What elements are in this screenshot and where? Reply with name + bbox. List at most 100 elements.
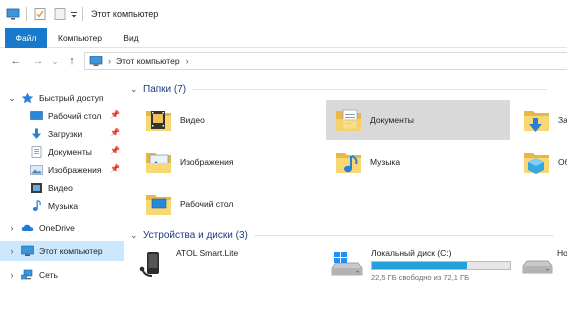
documents-folder-icon xyxy=(334,105,364,135)
tile-label: Рабочий стол xyxy=(180,199,234,209)
nav-item-pictures[interactable]: Изображения 📌 xyxy=(0,161,124,179)
disk-usage-fill xyxy=(372,262,468,269)
folder-tile-downloads[interactable]: За xyxy=(522,100,567,140)
pictures-folder-icon xyxy=(144,147,174,177)
chevron-down-icon[interactable]: ⌄ xyxy=(7,93,17,104)
folder-tile-pictures[interactable]: Изображения xyxy=(144,142,294,182)
system-drive-icon xyxy=(328,250,364,280)
desktop-folder-icon xyxy=(144,189,174,219)
tile-label: Об xyxy=(558,157,567,167)
up-button[interactable]: ↑ xyxy=(64,53,80,69)
up-arrow-icon: ↑ xyxy=(69,55,75,67)
chevron-right-icon[interactable]: › xyxy=(7,270,17,280)
video-folder-icon xyxy=(144,105,174,135)
navigation-bar: ← → ⌄ ↑ › Этот компьютер › xyxy=(0,49,567,73)
folder-tile-3d-objects[interactable]: Об xyxy=(522,142,567,182)
tile-label: За xyxy=(558,115,567,125)
folder-tile-music[interactable]: Музыка xyxy=(334,142,484,182)
drive-tile-partial[interactable]: Но xyxy=(520,248,567,292)
nav-item-label: Быстрый доступ xyxy=(39,93,104,103)
nav-item-label: Загрузки xyxy=(48,129,83,139)
back-arrow-icon: ← xyxy=(10,55,22,67)
forward-arrow-icon: → xyxy=(32,55,44,67)
folder-tile-documents[interactable]: Документы xyxy=(326,100,510,140)
nav-item-network[interactable]: › Сеть xyxy=(0,266,124,284)
properties-icon[interactable] xyxy=(33,7,47,21)
nav-item-label: Сеть xyxy=(39,270,58,280)
nav-item-label: Изображения xyxy=(48,165,102,175)
portable-device-icon xyxy=(138,250,168,280)
chevron-down-icon: ⌄ xyxy=(51,56,59,66)
nav-item-label: Видео xyxy=(48,183,73,193)
tile-label: Документы xyxy=(370,115,414,125)
desktop-icon xyxy=(30,110,43,122)
nav-item-label: Рабочий стол xyxy=(48,111,102,121)
computer-icon xyxy=(89,56,103,66)
folder-tile-desktop[interactable]: Рабочий стол xyxy=(144,184,294,224)
navigation-pane: ⌄ Быстрый доступ Рабочий стол 📌 Загрузки… xyxy=(0,80,124,320)
nav-item-downloads[interactable]: Загрузки 📌 xyxy=(0,125,124,143)
folder-tile-video[interactable]: Видео xyxy=(144,100,294,140)
tab-file[interactable]: Файл xyxy=(5,28,47,48)
pin-icon[interactable]: 📌 xyxy=(110,146,120,155)
pin-icon[interactable]: 📌 xyxy=(110,128,120,137)
nav-item-music[interactable]: Музыка xyxy=(0,197,124,215)
nav-item-desktop[interactable]: Рабочий стол 📌 xyxy=(0,107,124,125)
ribbon-tabs: Файл Компьютер Вид xyxy=(0,28,567,48)
group-divider xyxy=(253,234,554,236)
breadcrumb-this-pc[interactable]: Этот компьютер xyxy=(116,56,180,66)
new-folder-icon[interactable] xyxy=(53,7,67,21)
documents-icon xyxy=(30,146,43,158)
breadcrumb-separator[interactable]: › xyxy=(186,56,189,66)
group-header-folders[interactable]: ⌄ Папки (7) xyxy=(130,81,548,97)
chevron-right-icon[interactable]: › xyxy=(7,246,17,256)
chevron-down-icon[interactable]: ⌄ xyxy=(130,230,140,241)
drive-tile-c[interactable]: Локальный диск (C:) 22,5 ГБ свободно из … xyxy=(328,248,518,292)
group-header-devices[interactable]: ⌄ Устройства и диски (3) xyxy=(130,227,554,243)
tab-view[interactable]: Вид xyxy=(116,28,146,48)
nav-item-onedrive[interactable]: › OneDrive xyxy=(0,219,124,237)
disk-usage-bar xyxy=(371,261,511,270)
nav-item-label: OneDrive xyxy=(39,223,75,233)
network-icon xyxy=(21,269,34,281)
downloads-icon xyxy=(30,128,43,140)
group-divider xyxy=(192,88,548,90)
pictures-icon xyxy=(30,164,43,176)
nav-item-label: Этот компьютер xyxy=(39,246,103,256)
nav-item-video[interactable]: Видео xyxy=(0,179,124,197)
drive-name: Локальный диск (C:) xyxy=(371,248,452,258)
drive-free-space: 22,5 ГБ свободно из 72,1 ГБ xyxy=(371,273,470,282)
downloads-folder-icon xyxy=(522,105,552,135)
breadcrumb-separator[interactable]: › xyxy=(108,56,111,66)
music-folder-icon xyxy=(334,147,364,177)
music-icon xyxy=(30,199,43,212)
window-title: Этот компьютер xyxy=(91,9,159,19)
pin-icon[interactable]: 📌 xyxy=(110,110,120,119)
nav-item-quick-access[interactable]: ⌄ Быстрый доступ xyxy=(0,89,124,107)
toolbar-divider xyxy=(26,7,27,21)
toolbar-divider xyxy=(82,7,83,21)
recent-locations-button[interactable]: ⌄ xyxy=(50,53,60,69)
tile-label: Видео xyxy=(180,115,205,125)
title-bar: Этот компьютер xyxy=(0,0,567,28)
drive-icon xyxy=(520,250,554,280)
drive-name: Но xyxy=(557,248,567,258)
nav-item-label: Документы xyxy=(48,147,92,157)
group-title: Папки (7) xyxy=(143,83,187,95)
device-tile-atol[interactable]: ATOL Smart.Lite xyxy=(138,246,308,284)
cloud-icon xyxy=(21,222,34,234)
forward-button[interactable]: → xyxy=(30,53,46,69)
tab-computer[interactable]: Компьютер xyxy=(54,28,106,48)
group-title: Устройства и диски (3) xyxy=(143,229,248,241)
chevron-right-icon[interactable]: › xyxy=(7,223,17,233)
customize-toolbar-icon[interactable] xyxy=(70,7,78,21)
tile-label: Музыка xyxy=(370,157,401,167)
back-button[interactable]: ← xyxy=(8,53,24,69)
chevron-down-icon[interactable]: ⌄ xyxy=(130,84,140,95)
computer-icon[interactable] xyxy=(6,7,20,21)
nav-item-documents[interactable]: Документы 📌 xyxy=(0,143,124,161)
nav-item-this-pc[interactable]: › Этот компьютер xyxy=(0,241,124,261)
star-icon xyxy=(21,92,34,104)
pin-icon[interactable]: 📌 xyxy=(110,164,120,173)
address-bar[interactable]: › Этот компьютер › xyxy=(84,52,567,70)
